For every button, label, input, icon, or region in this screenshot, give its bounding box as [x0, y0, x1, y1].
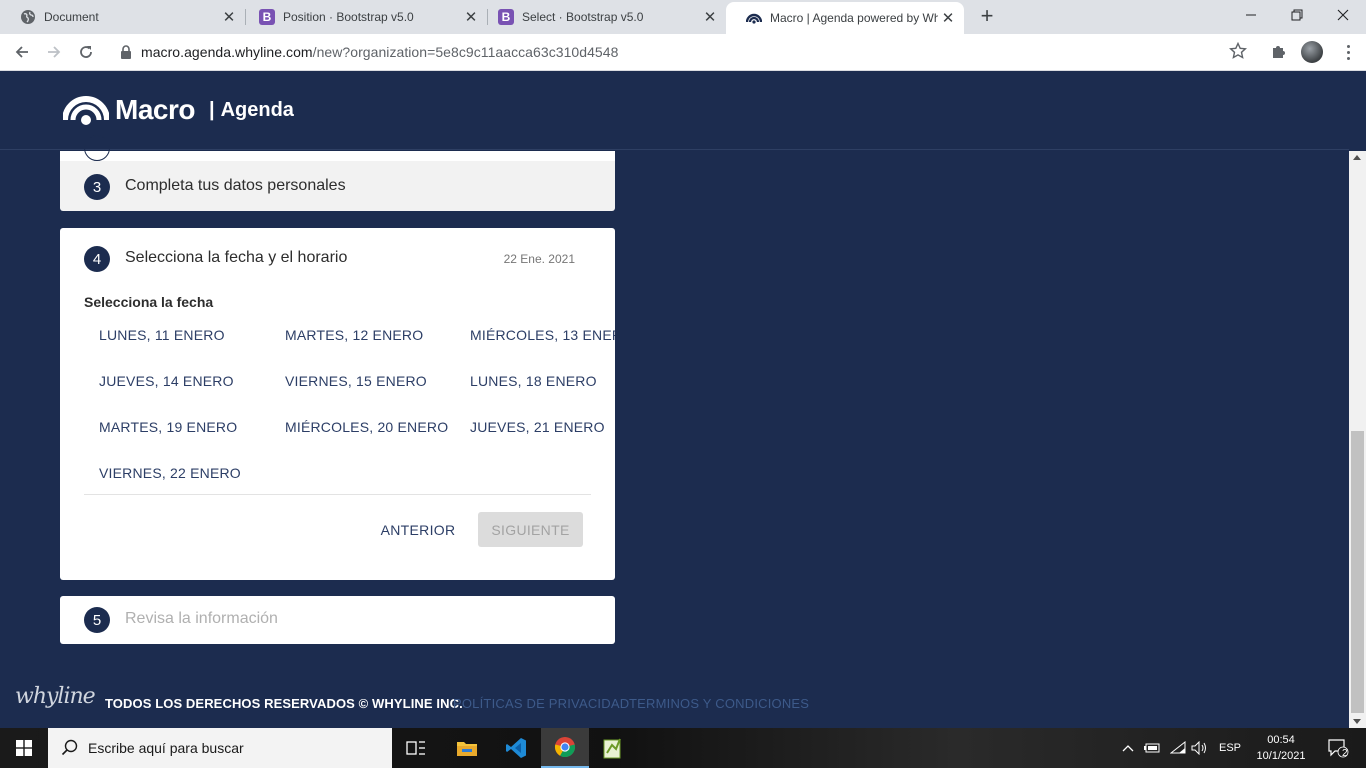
selected-date-hint: 22 Ene. 2021: [503, 252, 575, 266]
browser-toolbar: macro.agenda.whyline.com/new?organizatio…: [0, 34, 1366, 71]
divider: [84, 494, 591, 495]
restore-icon[interactable]: [1274, 0, 1320, 30]
language-indicator[interactable]: ESP: [1214, 728, 1246, 768]
windows-start-icon[interactable]: [0, 728, 48, 768]
step-4-card: 4 Selecciona la fecha y el horario 22 En…: [60, 228, 615, 580]
address-bar[interactable]: macro.agenda.whyline.com/new?organizatio…: [108, 37, 1258, 67]
page-scrollbar[interactable]: [1349, 151, 1366, 728]
previous-button[interactable]: ANTERIOR: [378, 512, 458, 548]
step-number-badge: 3: [84, 174, 110, 200]
close-window-icon[interactable]: [1320, 0, 1366, 30]
tab-macro-agenda[interactable]: Macro | Agenda powered by Why ✕: [726, 2, 964, 34]
globe-icon: [20, 9, 36, 25]
tab-document[interactable]: Document ✕: [0, 0, 245, 34]
notification-count: 2: [1342, 748, 1348, 759]
site-footer: whyline TODOS LOS DERECHOS RESERVADOS © …: [0, 674, 1349, 728]
scroll-down-icon[interactable]: [1353, 719, 1361, 724]
date-option[interactable]: MIÉRCOLES, 20 ENERO: [285, 419, 448, 435]
scrollbar-thumb[interactable]: [1351, 431, 1364, 713]
date-option[interactable]: MARTES, 12 ENERO: [285, 327, 423, 343]
tab-select-bootstrap[interactable]: B Select · Bootstrap v5.0 ✕: [478, 0, 726, 34]
reload-icon[interactable]: [72, 38, 100, 66]
tab-title: Position · Bootstrap v5.0: [283, 10, 414, 24]
date-option[interactable]: MARTES, 19 ENERO: [99, 419, 237, 435]
previous-step-edge: [60, 135, 615, 161]
lock-icon: [120, 45, 132, 59]
vscode-icon[interactable]: [492, 728, 540, 768]
step-5-card[interactable]: 5 Revisa la información: [60, 596, 615, 644]
windows-taskbar: Escribe aquí para buscar ESP 00:54 10/1/…: [0, 728, 1366, 768]
tab-title: Document: [44, 10, 99, 24]
url-text: macro.agenda.whyline.com/new?organizatio…: [141, 44, 619, 60]
browser-menu-icon[interactable]: [1338, 42, 1358, 62]
notification-center-icon[interactable]: 2: [1318, 728, 1358, 768]
clock-time: 00:54: [1267, 734, 1295, 746]
new-tab-button[interactable]: +: [976, 5, 998, 29]
forward-icon[interactable]: [40, 38, 68, 66]
date-option[interactable]: JUEVES, 14 ENERO: [99, 373, 234, 389]
wifi-icon[interactable]: [1168, 728, 1188, 768]
task-view-icon[interactable]: [392, 728, 440, 768]
taskbar-search[interactable]: Escribe aquí para buscar: [48, 728, 392, 768]
bootstrap-icon: B: [259, 9, 275, 25]
bookmark-star-icon[interactable]: [1228, 41, 1248, 65]
file-explorer-icon[interactable]: [443, 728, 491, 768]
tab-position-bootstrap[interactable]: B Position · Bootstrap v5.0 ✕: [239, 0, 487, 34]
chrome-icon[interactable]: [541, 728, 589, 768]
macro-icon: [746, 10, 762, 26]
step-title: Revisa la información: [125, 610, 278, 627]
next-button[interactable]: SIGUIENTE: [478, 512, 583, 547]
taskbar-clock[interactable]: 00:54 10/1/2021: [1248, 732, 1314, 764]
privacy-policy-link[interactable]: POLÍTICAS DE PRIVACIDAD: [453, 696, 629, 711]
date-option[interactable]: VIERNES, 22 ENERO: [99, 465, 241, 481]
step-title: Selecciona la fecha y el horario: [125, 249, 348, 266]
brand-separator: |: [208, 98, 215, 121]
volume-icon[interactable]: [1190, 728, 1210, 768]
macro-logo[interactable]: Macro | Agenda: [63, 94, 294, 126]
macro-logo-icon: [63, 96, 109, 125]
step-number-badge: 5: [84, 607, 110, 633]
date-option[interactable]: LUNES, 11 ENERO: [99, 327, 225, 343]
whyline-logo: whyline: [15, 684, 96, 709]
notepad-plus-icon[interactable]: [589, 728, 637, 768]
show-hidden-icons-chevron-icon[interactable]: [1120, 728, 1136, 768]
minimize-icon[interactable]: [1228, 0, 1274, 30]
date-option[interactable]: MIÉRCOLES, 13 ENERO: [470, 327, 615, 343]
tab-title: Macro | Agenda powered by Why: [770, 11, 938, 25]
step-3-card[interactable]: 3 Completa tus datos personales: [60, 135, 615, 211]
date-option[interactable]: LUNES, 18 ENERO: [470, 373, 597, 389]
close-icon[interactable]: ✕: [700, 7, 720, 27]
tab-title: Select · Bootstrap v5.0: [522, 10, 644, 24]
bootstrap-icon: B: [498, 9, 514, 25]
brand-name: Macro: [115, 94, 195, 125]
extensions-puzzle-icon[interactable]: [1270, 43, 1288, 66]
close-icon[interactable]: ✕: [938, 8, 958, 28]
date-option[interactable]: JUEVES, 21 ENERO: [470, 419, 605, 435]
scroll-up-icon[interactable]: [1353, 155, 1361, 160]
copyright-text: TODOS LOS DERECHOS RESERVADOS © WHYLINE …: [105, 696, 463, 711]
step-title: Completa tus datos personales: [125, 177, 346, 194]
date-option[interactable]: VIERNES, 15 ENERO: [285, 373, 427, 389]
battery-icon[interactable]: [1142, 728, 1162, 768]
back-icon[interactable]: [8, 38, 36, 66]
page-viewport: Macro | Agenda 3 Completa tus datos pers…: [0, 71, 1366, 728]
clock-date: 10/1/2021: [1256, 750, 1306, 762]
close-icon[interactable]: ✕: [219, 7, 239, 27]
date-section-label: Selecciona la fecha: [84, 294, 214, 310]
site-header: Macro | Agenda: [0, 71, 1349, 150]
search-icon: [61, 739, 79, 757]
product-name: Agenda: [220, 98, 294, 121]
browser-tab-strip: Document ✕ B Position · Bootstrap v5.0 ✕…: [0, 0, 1366, 34]
step-number-badge: 4: [84, 246, 110, 272]
search-placeholder: Escribe aquí para buscar: [88, 740, 244, 756]
profile-avatar[interactable]: [1301, 41, 1323, 63]
terms-link[interactable]: TERMINOS Y CONDICIONES: [629, 696, 809, 711]
